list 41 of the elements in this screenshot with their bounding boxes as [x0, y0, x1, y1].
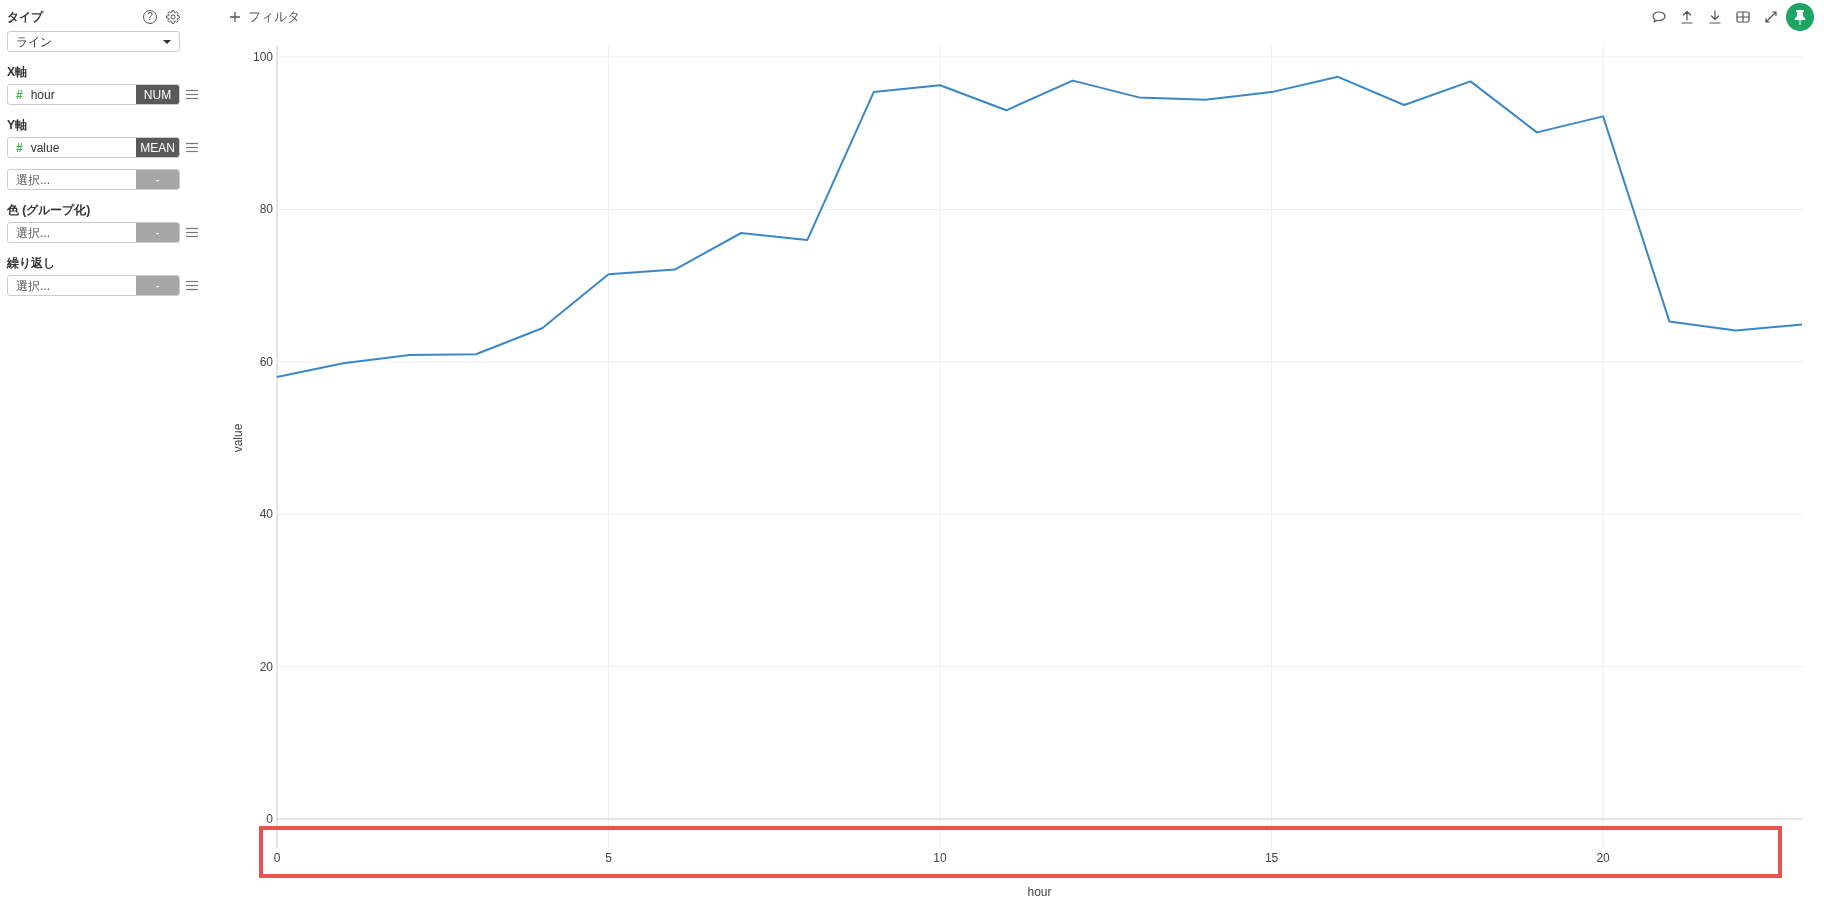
x-tick-label: 15 [1264, 851, 1279, 865]
y-axis-title: value [231, 423, 245, 453]
download-icon[interactable] [1708, 10, 1722, 24]
y-tick-label: 60 [259, 354, 273, 369]
x-tick-label: 20 [1596, 851, 1610, 865]
y-tick-label: 40 [259, 507, 273, 522]
x-tick-label: 0 [273, 851, 281, 865]
y-tick-label: 100 [252, 50, 273, 64]
column-select[interactable]: # value [8, 138, 136, 157]
add-filter-button[interactable]: フィルタ [230, 7, 300, 27]
settings-icon[interactable] [166, 10, 180, 24]
comment-icon[interactable] [1652, 10, 1666, 24]
column-picker[interactable]: # hour NUM [7, 84, 180, 105]
expand-icon[interactable] [1764, 10, 1778, 24]
menu-icon[interactable] [186, 142, 198, 153]
number-type-icon: # [16, 138, 23, 157]
plus-icon [230, 12, 240, 22]
y-tick-label: 20 [259, 659, 273, 674]
field-label: Y軸 [7, 117, 27, 133]
aggregation-button[interactable]: NUM [136, 85, 179, 104]
column-select[interactable]: # hour [8, 85, 136, 104]
caret-icon [163, 39, 171, 44]
aggregation-button[interactable]: MEAN [136, 138, 179, 157]
field-label: 繰り返し [7, 255, 55, 271]
table-icon[interactable] [1736, 10, 1750, 24]
x-tick-label: 5 [605, 851, 612, 865]
pin-icon[interactable] [1786, 3, 1814, 31]
column-picker[interactable]: # value MEAN [7, 137, 180, 158]
menu-icon[interactable] [186, 280, 198, 291]
menu-icon[interactable] [186, 227, 198, 238]
x-tick-label: 10 [933, 851, 947, 865]
number-type-icon: # [16, 85, 23, 104]
x-axis-title: hour [1027, 885, 1052, 899]
y-tick-label: 0 [266, 812, 273, 826]
type-label: タイプ [7, 9, 43, 25]
menu-icon[interactable] [186, 89, 198, 100]
chart-type-select[interactable]: ライン [7, 31, 180, 52]
upload-icon[interactable] [1680, 10, 1694, 24]
field-label: 色 (グループ化) [7, 202, 91, 218]
field-label: X軸 [7, 64, 27, 80]
y-tick-label: 80 [259, 202, 273, 217]
